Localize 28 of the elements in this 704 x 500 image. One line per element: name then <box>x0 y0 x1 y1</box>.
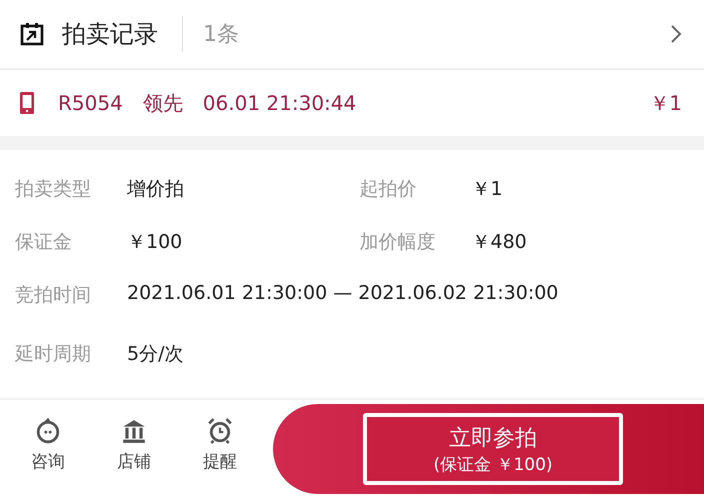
field-value: ￥1 <box>472 177 503 202</box>
field-label: 竞拍时间 <box>15 283 92 308</box>
chat-button[interactable]: 咨询 <box>5 418 91 484</box>
calendar-icon <box>20 22 44 46</box>
field-label: 延时周期 <box>15 342 92 367</box>
field-value: ￥480 <box>472 230 527 255</box>
field-label: 保证金 <box>15 230 73 255</box>
field-label: 拍卖类型 <box>15 177 92 202</box>
chat-face-icon <box>35 418 61 444</box>
bid-time: 06.01 21:30:44 <box>202 91 356 115</box>
bid-price: ￥1 <box>649 90 682 116</box>
record-count: 1条 <box>203 21 239 49</box>
field-value: 5分/次 <box>127 342 184 367</box>
store-button[interactable]: 店铺 <box>91 418 177 484</box>
bid-status: 领先 <box>142 90 183 116</box>
field-label: 起拍价 <box>360 177 418 202</box>
alarm-clock-icon <box>207 418 233 444</box>
bank-icon <box>121 418 147 444</box>
field-value: ￥100 <box>127 230 182 255</box>
chevron-right-icon[interactable] <box>670 24 682 44</box>
phone-icon <box>20 92 34 114</box>
field-value: 2021.06.01 21:30:00 — 2021.06.02 21:30:00 <box>127 282 558 306</box>
bidder-id: R5054 <box>58 91 123 115</box>
bid-now-button[interactable]: 立即参拍 (保证金 ￥100) <box>363 413 623 485</box>
field-label: 加价幅度 <box>360 230 436 255</box>
alarm-button[interactable]: 提醒 <box>177 418 263 484</box>
section-title: 拍卖记录 <box>62 19 158 50</box>
field-value: 增价拍 <box>127 177 184 202</box>
